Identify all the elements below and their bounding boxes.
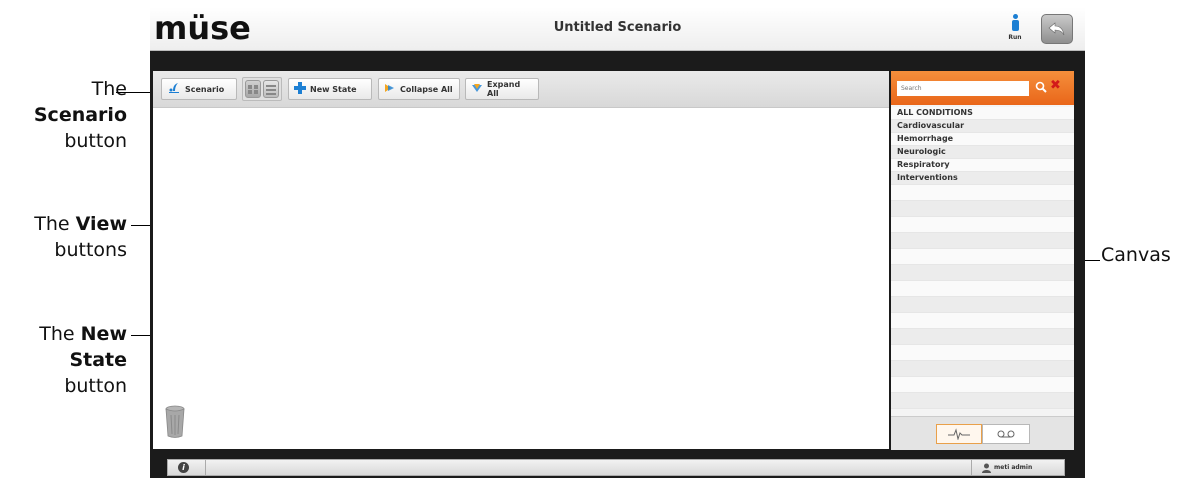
back-button[interactable] (1041, 14, 1073, 44)
list-item (891, 377, 1074, 393)
clear-search-icon[interactable]: ✖ (1050, 79, 1061, 93)
view-list-button[interactable] (263, 80, 279, 98)
list-item (891, 361, 1074, 377)
collapse-icon (384, 82, 396, 96)
scenario-callout-pre: The (91, 78, 127, 100)
scenario-callout-bold: Scenario (33, 104, 127, 126)
new-state-callout-pre: The (39, 323, 75, 345)
list-view-icon (266, 85, 276, 95)
conditions-panel: ✖ ALL CONDITIONS Cardiovascular Hemorrha… (891, 71, 1074, 450)
events-tab-button[interactable] (982, 424, 1030, 444)
divider (205, 460, 206, 475)
scenario-callout: The Scenario button (34, 76, 127, 154)
condition-item-neurologic[interactable]: Neurologic (891, 146, 1074, 159)
scenario-icon (167, 82, 181, 96)
run-person-icon (1010, 14, 1020, 32)
tile-view-icon (248, 85, 258, 94)
run-label: Run (1008, 34, 1022, 41)
panel-footer (891, 416, 1074, 450)
top-bar: müse Untitled Scenario Run (150, 7, 1085, 51)
view-callout-pre: The (34, 213, 70, 235)
list-item (891, 217, 1074, 233)
canvas-area[interactable] (153, 108, 889, 449)
view-tile-button[interactable] (245, 80, 261, 98)
new-state-callout-bold-1: New (80, 323, 127, 345)
info-icon[interactable]: i (178, 462, 189, 473)
condition-item-cardiovascular[interactable]: Cardiovascular (891, 120, 1074, 133)
list-item (891, 393, 1074, 409)
trash-icon[interactable] (165, 405, 185, 439)
list-item (891, 265, 1074, 281)
conditions-list: ALL CONDITIONS Cardiovascular Hemorrhage… (891, 107, 1074, 409)
new-state-button[interactable]: New State (288, 78, 372, 100)
user-name: meti admin (994, 464, 1033, 471)
condition-item-all[interactable]: ALL CONDITIONS (891, 107, 1074, 120)
expand-all-label: Expand All (487, 80, 521, 98)
collapse-all-label: Collapse All (400, 84, 453, 94)
search-icon[interactable] (1035, 81, 1047, 93)
search-bar: ✖ (891, 71, 1074, 105)
editor-main: Scenario New State Collapse All Expand A… (153, 71, 889, 449)
plus-icon (294, 82, 306, 96)
collapse-all-button[interactable]: Collapse All (378, 78, 460, 100)
list-item (891, 329, 1074, 345)
status-bar: i meti admin (167, 459, 1065, 476)
condition-item-interventions[interactable]: Interventions (891, 172, 1074, 185)
view-buttons-group (242, 77, 282, 101)
new-state-button-label: New State (310, 84, 357, 94)
list-item (891, 281, 1074, 297)
list-item (891, 185, 1074, 201)
view-callout-post: buttons (54, 239, 127, 261)
expand-icon (471, 82, 483, 96)
conditions-tab-button[interactable] (936, 424, 982, 444)
scenario-callout-post: button (64, 130, 127, 152)
view-callout-bold: View (75, 213, 127, 235)
new-state-callout-bold-2: State (69, 349, 127, 371)
new-state-callout-post: button (64, 375, 127, 397)
user-area[interactable]: meti admin (971, 460, 1032, 475)
list-item (891, 201, 1074, 217)
user-icon (982, 463, 991, 473)
list-item (891, 233, 1074, 249)
expand-all-button[interactable]: Expand All (465, 78, 539, 100)
canvas-callout: Canvas (1101, 244, 1171, 266)
list-item (891, 313, 1074, 329)
scenario-button[interactable]: Scenario (161, 78, 237, 100)
condition-item-hemorrhage[interactable]: Hemorrhage (891, 133, 1074, 146)
app-window: müse Untitled Scenario Run Scenario New … (150, 7, 1085, 478)
run-button[interactable]: Run (1002, 12, 1028, 46)
back-arrow-icon (1048, 22, 1065, 36)
list-item (891, 297, 1074, 313)
voicemail-icon (997, 430, 1015, 438)
view-callout: The View buttons (34, 211, 127, 263)
list-item (891, 345, 1074, 361)
toolbar: Scenario New State Collapse All Expand A… (153, 71, 889, 108)
scenario-button-label: Scenario (185, 84, 225, 94)
search-input[interactable] (897, 81, 1029, 96)
scenario-title: Untitled Scenario (553, 20, 682, 35)
heartbeat-icon (948, 428, 970, 440)
new-state-callout: The New State button (39, 321, 127, 399)
list-item (891, 249, 1074, 265)
condition-item-respiratory[interactable]: Respiratory (891, 159, 1074, 172)
